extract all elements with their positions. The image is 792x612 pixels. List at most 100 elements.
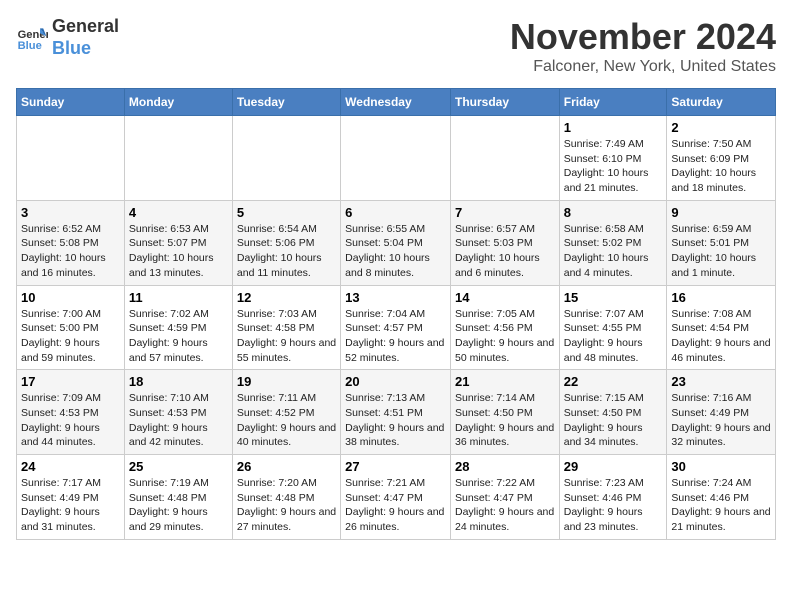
day-number: 15 xyxy=(564,290,663,305)
logo: General Blue General Blue xyxy=(16,16,119,59)
calendar-cell-w1-d6: 9Sunrise: 6:59 AMSunset: 5:01 PMDaylight… xyxy=(667,200,776,285)
calendar-cell-w4-d6: 30 Sunrise: 7:24 AMSunset: 4:46 PMDayligh… xyxy=(667,455,776,540)
calendar-cell-w1-d2: 5 Sunrise: 6:54 AMSunset: 5:06 PMDaylight… xyxy=(232,200,340,285)
calendar-cell-w3-d0: 17Sunrise: 7:09 AMSunset: 4:53 PMDayligh… xyxy=(17,370,125,455)
calendar-cell-w3-d4: 21Sunrise: 7:14 AMSunset: 4:50 PMDayligh… xyxy=(450,370,559,455)
day-info: Sunrise: 7:15 AMSunset: 4:50 PMDaylight:… xyxy=(564,391,663,450)
calendar-cell-w1-d0: 3 Sunrise: 6:52 AMSunset: 5:08 PMDaylight… xyxy=(17,200,125,285)
day-info: Sunrise: 7:07 AMSunset: 4:55 PMDaylight:… xyxy=(564,307,663,366)
weekday-header-friday: Friday xyxy=(559,89,667,116)
calendar-cell-w4-d2: 26 Sunrise: 7:20 AMSunset: 4:48 PMDayligh… xyxy=(232,455,340,540)
weekday-header-saturday: Saturday xyxy=(667,89,776,116)
day-number: 18 xyxy=(129,374,228,389)
day-info: Sunrise: 7:04 AMSunset: 4:57 PMDaylight:… xyxy=(345,307,446,366)
day-number: 8 xyxy=(564,205,663,220)
day-number: 20 xyxy=(345,374,446,389)
calendar-cell-w4-d5: 29 Sunrise: 7:23 AMSunset: 4:46 PMDayligh… xyxy=(559,455,667,540)
day-info: Sunrise: 7:02 AMSunset: 4:59 PMDaylight:… xyxy=(129,307,228,366)
day-number: 9 xyxy=(671,205,771,220)
day-info: Sunrise: 7:23 AMSunset: 4:46 PMDaylight:… xyxy=(564,476,663,535)
day-info: Sunrise: 7:21 AMSunset: 4:47 PMDaylight:… xyxy=(345,476,446,535)
day-info: Sunrise: 7:50 AMSunset: 6:09 PMDaylight:… xyxy=(671,137,771,196)
calendar-body: 1Sunrise: 7:49 AMSunset: 6:10 PMDaylight… xyxy=(17,116,776,540)
logo-general: General xyxy=(52,16,119,38)
calendar-cell-w2-d3: 13 Sunrise: 7:04 AMSunset: 4:57 PMDayligh… xyxy=(341,285,451,370)
svg-text:Blue: Blue xyxy=(18,40,42,52)
day-number: 3 xyxy=(21,205,120,220)
day-info: Sunrise: 6:57 AMSunset: 5:03 PMDaylight:… xyxy=(455,222,555,281)
week-row-0: 1Sunrise: 7:49 AMSunset: 6:10 PMDaylight… xyxy=(17,116,776,201)
day-number: 29 xyxy=(564,459,663,474)
day-info: Sunrise: 7:03 AMSunset: 4:58 PMDaylight:… xyxy=(237,307,336,366)
calendar-cell-w4-d4: 28Sunrise: 7:22 AMSunset: 4:47 PMDayligh… xyxy=(450,455,559,540)
day-number: 16 xyxy=(671,290,771,305)
day-info: Sunrise: 6:55 AMSunset: 5:04 PMDaylight:… xyxy=(345,222,446,281)
day-number: 1 xyxy=(564,120,663,135)
day-info: Sunrise: 6:52 AMSunset: 5:08 PMDaylight:… xyxy=(21,222,120,281)
day-info: Sunrise: 7:00 AMSunset: 5:00 PMDaylight:… xyxy=(21,307,120,366)
day-number: 26 xyxy=(237,459,336,474)
week-row-4: 24Sunrise: 7:17 AMSunset: 4:49 PMDayligh… xyxy=(17,455,776,540)
day-info: Sunrise: 7:13 AMSunset: 4:51 PMDaylight:… xyxy=(345,391,446,450)
day-number: 22 xyxy=(564,374,663,389)
day-info: Sunrise: 7:17 AMSunset: 4:49 PMDaylight:… xyxy=(21,476,120,535)
day-info: Sunrise: 7:09 AMSunset: 4:53 PMDaylight:… xyxy=(21,391,120,450)
day-info: Sunrise: 7:05 AMSunset: 4:56 PMDaylight:… xyxy=(455,307,555,366)
day-info: Sunrise: 6:58 AMSunset: 5:02 PMDaylight:… xyxy=(564,222,663,281)
day-number: 27 xyxy=(345,459,446,474)
weekday-header-tuesday: Tuesday xyxy=(232,89,340,116)
week-row-1: 3 Sunrise: 6:52 AMSunset: 5:08 PMDaylight… xyxy=(17,200,776,285)
calendar-cell-w0-d3 xyxy=(341,116,451,201)
day-number: 13 xyxy=(345,290,446,305)
calendar-cell-w2-d5: 15 Sunrise: 7:07 AMSunset: 4:55 PMDayligh… xyxy=(559,285,667,370)
calendar-cell-w0-d2 xyxy=(232,116,340,201)
weekday-header-thursday: Thursday xyxy=(450,89,559,116)
calendar-cell-w0-d4 xyxy=(450,116,559,201)
day-info: Sunrise: 7:24 AMSunset: 4:46 PMDaylight:… xyxy=(671,476,771,535)
calendar-cell-w2-d6: 16 Sunrise: 7:08 AMSunset: 4:54 PMDayligh… xyxy=(667,285,776,370)
logo-icon: General Blue xyxy=(16,22,48,54)
calendar-cell-w2-d0: 10 Sunrise: 7:00 AMSunset: 5:00 PMDayligh… xyxy=(17,285,125,370)
calendar-cell-w0-d1 xyxy=(124,116,232,201)
calendar-cell-w1-d4: 7 Sunrise: 6:57 AMSunset: 5:03 PMDaylight… xyxy=(450,200,559,285)
weekday-header-wednesday: Wednesday xyxy=(341,89,451,116)
day-number: 10 xyxy=(21,290,120,305)
calendar-cell-w1-d1: 4 Sunrise: 6:53 AMSunset: 5:07 PMDaylight… xyxy=(124,200,232,285)
calendar-cell-w2-d1: 11Sunrise: 7:02 AMSunset: 4:59 PMDayligh… xyxy=(124,285,232,370)
day-info: Sunrise: 7:20 AMSunset: 4:48 PMDaylight:… xyxy=(237,476,336,535)
day-number: 7 xyxy=(455,205,555,220)
calendar-cell-w1-d3: 6 Sunrise: 6:55 AMSunset: 5:04 PMDaylight… xyxy=(341,200,451,285)
month-title: November 2024 xyxy=(510,16,776,58)
day-number: 30 xyxy=(671,459,771,474)
title-section: November 2024 Falconer, New York, United… xyxy=(510,16,776,76)
day-number: 12 xyxy=(237,290,336,305)
day-info: Sunrise: 7:08 AMSunset: 4:54 PMDaylight:… xyxy=(671,307,771,366)
day-number: 6 xyxy=(345,205,446,220)
calendar-cell-w1-d5: 8 Sunrise: 6:58 AMSunset: 5:02 PMDaylight… xyxy=(559,200,667,285)
day-info: Sunrise: 7:14 AMSunset: 4:50 PMDaylight:… xyxy=(455,391,555,450)
weekday-header-row: SundayMondayTuesdayWednesdayThursdayFrid… xyxy=(17,89,776,116)
calendar-cell-w3-d6: 23 Sunrise: 7:16 AMSunset: 4:49 PMDayligh… xyxy=(667,370,776,455)
day-number: 2 xyxy=(671,120,771,135)
day-number: 5 xyxy=(237,205,336,220)
day-info: Sunrise: 7:11 AMSunset: 4:52 PMDaylight:… xyxy=(237,391,336,450)
calendar-cell-w3-d1: 18 Sunrise: 7:10 AMSunset: 4:53 PMDayligh… xyxy=(124,370,232,455)
week-row-3: 17Sunrise: 7:09 AMSunset: 4:53 PMDayligh… xyxy=(17,370,776,455)
day-info: Sunrise: 6:54 AMSunset: 5:06 PMDaylight:… xyxy=(237,222,336,281)
day-info: Sunrise: 7:16 AMSunset: 4:49 PMDaylight:… xyxy=(671,391,771,450)
calendar-cell-w3-d2: 19Sunrise: 7:11 AMSunset: 4:52 PMDayligh… xyxy=(232,370,340,455)
day-info: Sunrise: 7:19 AMSunset: 4:48 PMDaylight:… xyxy=(129,476,228,535)
calendar-cell-w4-d1: 25Sunrise: 7:19 AMSunset: 4:48 PMDayligh… xyxy=(124,455,232,540)
calendar-cell-w4-d0: 24Sunrise: 7:17 AMSunset: 4:49 PMDayligh… xyxy=(17,455,125,540)
calendar-cell-w0-d5: 1Sunrise: 7:49 AMSunset: 6:10 PMDaylight… xyxy=(559,116,667,201)
weekday-header-monday: Monday xyxy=(124,89,232,116)
calendar-cell-w0-d0 xyxy=(17,116,125,201)
day-number: 4 xyxy=(129,205,228,220)
day-number: 23 xyxy=(671,374,771,389)
calendar-cell-w2-d2: 12 Sunrise: 7:03 AMSunset: 4:58 PMDayligh… xyxy=(232,285,340,370)
day-info: Sunrise: 7:22 AMSunset: 4:47 PMDaylight:… xyxy=(455,476,555,535)
calendar-table: SundayMondayTuesdayWednesdayThursdayFrid… xyxy=(16,88,776,540)
day-info: Sunrise: 7:10 AMSunset: 4:53 PMDaylight:… xyxy=(129,391,228,450)
day-info: Sunrise: 6:53 AMSunset: 5:07 PMDaylight:… xyxy=(129,222,228,281)
page-header: General Blue General Blue November 2024 … xyxy=(16,16,776,76)
